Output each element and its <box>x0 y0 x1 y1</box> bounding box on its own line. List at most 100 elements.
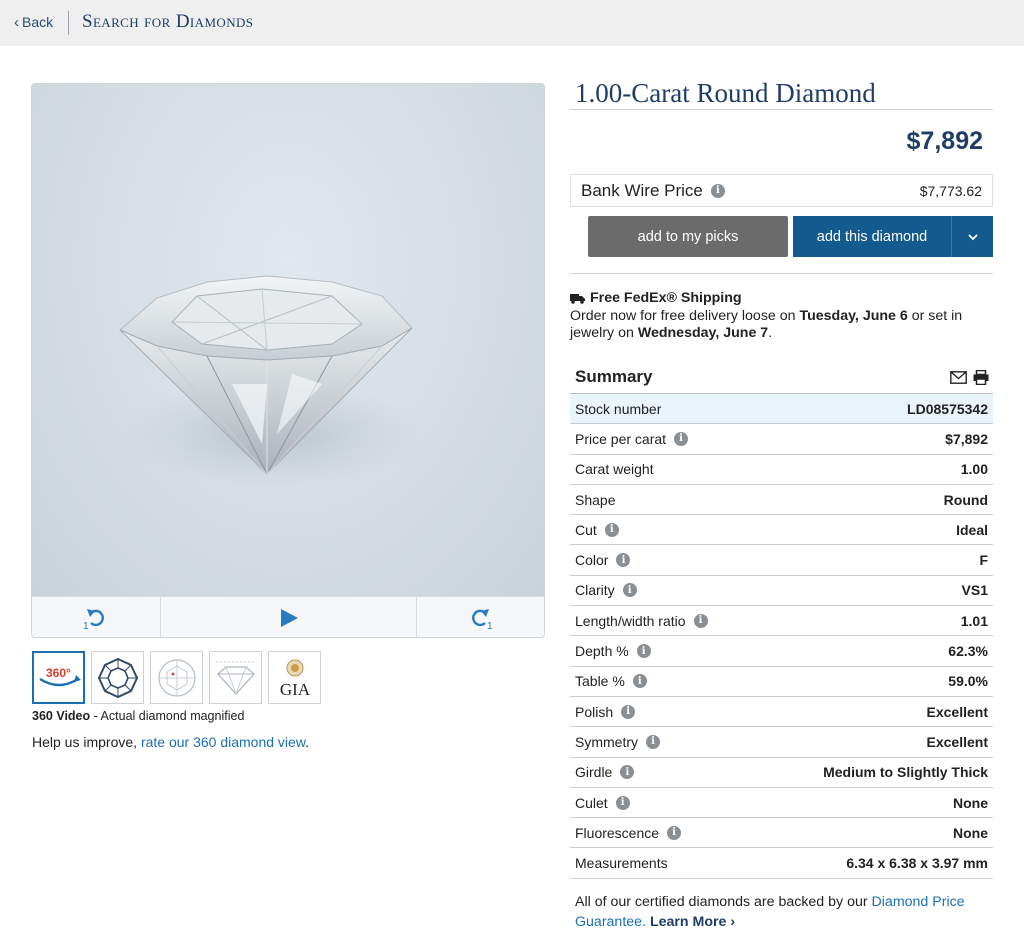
diamond-image[interactable] <box>32 84 544 596</box>
summary-label-text: Girdle <box>575 764 613 781</box>
play-icon <box>280 608 298 627</box>
summary-row-label: Color i <box>575 552 631 569</box>
summary-row-value: 59.0% <box>948 673 988 690</box>
rotate-right-icon: 1 <box>471 608 493 630</box>
summary-label-text: Shape <box>575 491 616 508</box>
summary-row-label: Polish i <box>575 704 636 720</box>
learn-more-label: Learn More <box>649 913 727 930</box>
caption-bold: 360 Video <box>32 709 91 723</box>
thumb-360-video[interactable]: 360° <box>32 651 85 704</box>
info-icon[interactable]: i <box>646 734 660 749</box>
info-icon[interactable]: i <box>616 553 631 568</box>
summary-row-label: Fluorescence i <box>575 824 682 841</box>
summary-row-value: Excellent <box>926 733 988 750</box>
summary-label-text: Cut <box>575 521 597 538</box>
summary-title: Summary <box>575 367 653 386</box>
info-icon[interactable]: i <box>604 522 619 537</box>
summary-row-value: Excellent <box>926 703 988 720</box>
play-button[interactable] <box>160 597 416 637</box>
info-icon[interactable]: i <box>620 765 635 780</box>
chevron-left-icon: ‹ <box>14 13 19 31</box>
summary-row: Fluorescence i None <box>570 818 993 849</box>
summary-row-label: Symmetry i <box>575 734 660 750</box>
thumb-profile-diagram[interactable] <box>209 651 262 704</box>
gia-logo: GIA <box>279 659 310 699</box>
rotate-left-number: 1 <box>83 621 89 630</box>
summary-row-value: F <box>979 552 988 569</box>
summary-label-text: Price per carat <box>575 430 667 447</box>
rotate-left-icon: 1 <box>83 608 104 630</box>
top-bar: ‹ Back Search for Diamonds <box>0 0 1024 46</box>
summary-row-value: VS1 <box>961 582 988 599</box>
bank-wire-label: Bank Wire Price <box>581 180 703 200</box>
summary-row-label: Carat weight <box>575 461 654 477</box>
info-icon[interactable]: i <box>621 704 636 719</box>
summary-row: Shape Round <box>570 485 993 516</box>
media-caption: 360 Video - Actual diamond magnified <box>32 709 244 723</box>
rotate-right-button[interactable]: 1 <box>416 597 544 637</box>
summary-rows: Stock number LD08575342 Price per carat i $7… <box>570 394 993 879</box>
guarantee-text: All of our certified diamonds are backed… <box>575 894 872 910</box>
info-icon[interactable]: i <box>710 183 725 198</box>
summary-row-value: LD08575342 <box>907 400 988 417</box>
info-icon[interactable]: i <box>615 795 630 810</box>
summary-row: Price per carat i $7,892 <box>570 424 993 455</box>
caption-rest: - Actual diamond magnified <box>90 709 245 723</box>
back-link[interactable]: ‹ Back <box>14 14 53 30</box>
thumb-plot-diagram[interactable] <box>150 651 203 704</box>
summary-row-label: Shape <box>575 492 615 508</box>
summary-row: Length/width ratio i 1.01 <box>570 606 993 637</box>
shipping-title: Free FedEx® Shipping <box>590 290 742 306</box>
rate-360-link[interactable]: rate our 360 diamond view <box>141 734 305 750</box>
rotate-left-button[interactable]: 1 <box>32 597 160 637</box>
summary-row-value: None <box>953 824 988 841</box>
thumb-top-view[interactable] <box>91 651 144 704</box>
summary-row-value: None <box>953 794 988 811</box>
info-icon[interactable]: i <box>693 613 708 628</box>
summary-row: Clarity i VS1 <box>570 576 993 607</box>
info-icon[interactable]: i <box>632 674 647 689</box>
summary-row-label: Stock number <box>575 401 661 417</box>
thumb-360-label: 360° <box>46 666 71 680</box>
diamond-illustration <box>119 275 422 489</box>
add-options-dropdown[interactable] <box>951 216 993 257</box>
shipping-end: . <box>768 325 773 341</box>
info-icon[interactable]: i <box>636 644 651 659</box>
improve-end: . <box>305 734 310 750</box>
summary-row: Culet i None <box>570 788 993 819</box>
summary-table: Summary Stock number LD08575342 Price per … <box>570 361 993 879</box>
info-icon[interactable]: i <box>674 431 689 446</box>
rotate-right-number: 1 <box>487 621 493 630</box>
proportions-icon <box>215 661 256 695</box>
summary-row-label: Price per carat i <box>575 430 689 447</box>
print-icon[interactable] <box>973 369 989 385</box>
summary-row-label: Clarity i <box>575 582 637 598</box>
gia-label: GIA <box>279 680 310 699</box>
learn-more-link[interactable]: Learn More › <box>650 914 735 930</box>
truck-icon <box>570 294 585 305</box>
add-to-picks-button[interactable]: add to my picks <box>588 216 788 257</box>
summary-label-text: Measurements <box>575 855 668 872</box>
summary-label-text: Symmetry <box>575 733 638 750</box>
product-price: $7,892 <box>906 127 983 155</box>
thumbnail-strip: 360° GIA <box>32 651 321 704</box>
feedback-prompt: Help us improve, rate our 360 diamond vi… <box>32 734 309 750</box>
info-icon[interactable]: i <box>667 825 682 840</box>
summary-row: Depth % i 62.3% <box>570 636 993 667</box>
summary-label-text: Color <box>575 552 609 569</box>
summary-row-value: Ideal <box>956 521 988 538</box>
shipping-date-loose: Tuesday, June 6 <box>799 307 908 324</box>
breadcrumb-search-for-diamonds[interactable]: Search for Diamonds <box>82 11 253 33</box>
summary-row-label: Depth % i <box>575 643 651 659</box>
summary-row-value: 1.01 <box>960 612 988 629</box>
email-icon[interactable] <box>950 370 967 384</box>
summary-row-label: Girdle i <box>575 764 635 781</box>
thumb-gia-certificate[interactable]: GIA <box>268 651 321 704</box>
summary-label-text: Fluorescence <box>575 824 660 841</box>
back-label: Back <box>22 14 54 30</box>
add-diamond-button[interactable]: add this diamond <box>793 216 993 257</box>
clarity-plot-icon <box>157 658 196 697</box>
info-icon[interactable]: i <box>622 583 637 598</box>
summary-row: Table % i 59.0% <box>570 667 993 697</box>
summary-row: Measurements 6.34 x 6.38 x 3.97 mm <box>570 848 993 879</box>
